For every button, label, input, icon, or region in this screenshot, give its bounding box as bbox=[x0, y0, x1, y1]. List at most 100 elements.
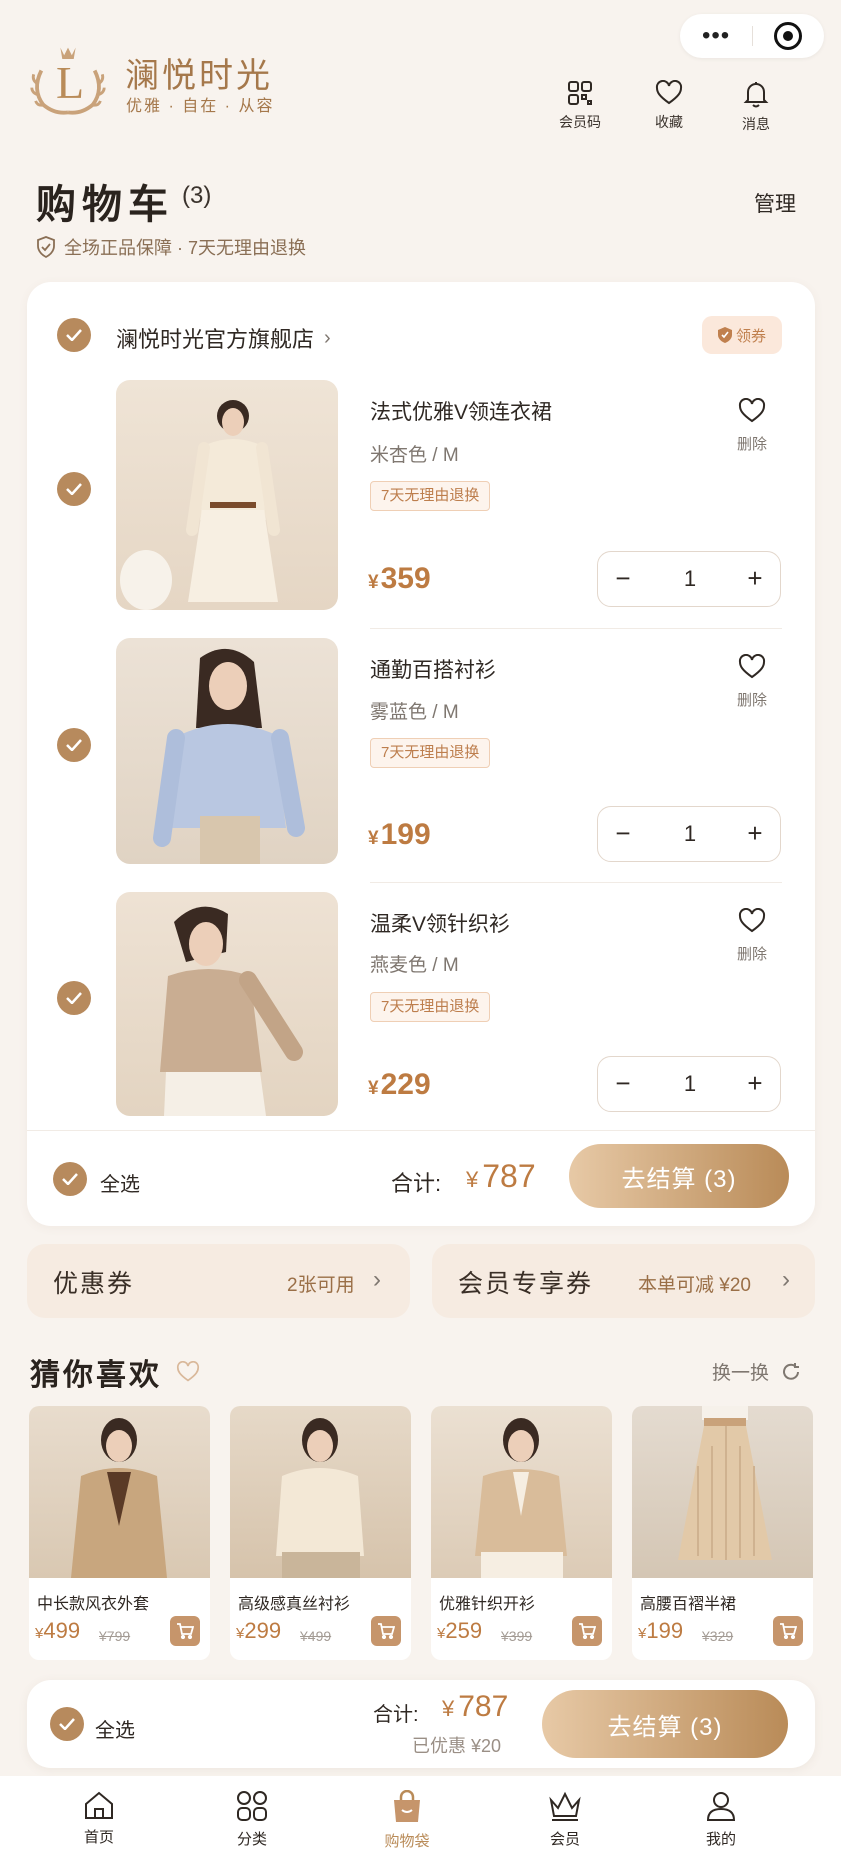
product-image[interactable] bbox=[116, 638, 338, 864]
bell-icon bbox=[743, 82, 769, 108]
item-divider bbox=[370, 628, 782, 629]
decrease-button[interactable]: − bbox=[608, 818, 638, 848]
recommend-price: ¥499 bbox=[35, 1618, 81, 1643]
bottom-select-all-checkbox[interactable] bbox=[50, 1707, 84, 1741]
home-icon bbox=[85, 1791, 113, 1819]
store-link[interactable]: 澜悦时光官方旗舰店 › bbox=[116, 322, 331, 354]
recommend-title: 猜你喜欢 bbox=[30, 1350, 200, 1394]
store-checkbox[interactable] bbox=[57, 318, 91, 352]
quantity-value[interactable]: 1 bbox=[678, 566, 702, 592]
return-policy-tag: 7天无理由退换 bbox=[370, 738, 491, 768]
item-checkbox[interactable] bbox=[57, 472, 91, 506]
product-name[interactable]: 通勤百搭衬衫 bbox=[370, 654, 496, 684]
tab-label: 分类 bbox=[236, 1831, 267, 1848]
recommend-original-price: ¥399 bbox=[501, 1628, 533, 1644]
delete-button[interactable]: 删除 bbox=[722, 433, 782, 454]
bottom-select-all-label[interactable]: 全选 bbox=[95, 1714, 135, 1743]
quantity-stepper: − 1 + bbox=[597, 806, 781, 862]
tab-home[interactable]: 首页 bbox=[49, 1790, 149, 1847]
add-to-cart-button[interactable] bbox=[371, 1616, 401, 1646]
recommend-card[interactable]: 优雅针织开衫 ¥259 ¥399 bbox=[431, 1406, 612, 1660]
close-miniprogram-icon[interactable] bbox=[774, 22, 802, 50]
add-to-cart-button[interactable] bbox=[572, 1616, 602, 1646]
recommend-image bbox=[431, 1406, 612, 1578]
chevron-right-icon: › bbox=[373, 1266, 381, 1293]
cart-count: (3) bbox=[182, 182, 212, 209]
member-coupon-value: 本单可减 ¥20 bbox=[638, 1275, 751, 1296]
bottom-checkout-button[interactable]: 去结算 (3) bbox=[542, 1690, 788, 1758]
quantity-value[interactable]: 1 bbox=[678, 1071, 702, 1097]
get-coupon-button[interactable]: 领券 bbox=[702, 316, 782, 354]
cart-icon bbox=[177, 1623, 194, 1639]
select-all-label[interactable]: 全选 bbox=[100, 1168, 140, 1197]
item-checkbox[interactable] bbox=[57, 981, 91, 1015]
recommend-original-price: ¥329 bbox=[702, 1628, 734, 1644]
heart-icon[interactable] bbox=[738, 907, 766, 934]
add-to-cart-button[interactable] bbox=[773, 1616, 803, 1646]
messages-button[interactable]: 消息 bbox=[721, 80, 791, 134]
add-to-cart-button[interactable] bbox=[170, 1616, 200, 1646]
recommend-name: 优雅针织开衫 bbox=[439, 1596, 536, 1613]
increase-button[interactable]: + bbox=[740, 818, 770, 848]
tab-shopping-bag[interactable]: 购物袋 bbox=[357, 1790, 457, 1851]
recommend-card[interactable]: 中长款风衣外套 ¥499 ¥799 bbox=[29, 1406, 210, 1660]
product-price: ¥199 bbox=[368, 818, 431, 851]
heart-icon[interactable] bbox=[738, 653, 766, 680]
product-image[interactable] bbox=[116, 380, 338, 610]
item-divider bbox=[370, 882, 782, 883]
heart-icon bbox=[655, 80, 683, 105]
refresh-button[interactable]: 换一换 bbox=[712, 1358, 801, 1385]
tab-category[interactable]: 分类 bbox=[202, 1790, 302, 1849]
quantity-value[interactable]: 1 bbox=[678, 821, 702, 847]
checkout-button[interactable]: 去结算 (3) bbox=[569, 1144, 789, 1208]
product-price: ¥359 bbox=[368, 562, 431, 595]
recommend-original-price: ¥799 bbox=[99, 1628, 131, 1644]
favorite-delete-group: 删除 bbox=[722, 907, 782, 964]
manage-button[interactable]: 管理 bbox=[754, 188, 796, 218]
qr-code-icon bbox=[568, 81, 592, 105]
recommend-name: 高级感真丝衬衫 bbox=[238, 1596, 351, 1613]
member-coupon-row[interactable]: 会员专享券 本单可减 ¥20 › bbox=[432, 1244, 815, 1318]
favorite-delete-group: 删除 bbox=[722, 397, 782, 454]
checkmark-icon bbox=[62, 1173, 78, 1185]
recommend-card[interactable]: 高级感真丝衬衫 ¥299 ¥499 bbox=[230, 1406, 411, 1660]
delete-button[interactable]: 删除 bbox=[722, 689, 782, 710]
recommend-image bbox=[29, 1406, 210, 1578]
member-code-button[interactable]: 会员码 bbox=[545, 80, 615, 132]
tab-member[interactable]: 会员 bbox=[515, 1790, 615, 1849]
delete-button[interactable]: 删除 bbox=[722, 943, 782, 964]
brand-logo: L bbox=[28, 40, 108, 120]
favorites-button[interactable]: 收藏 bbox=[634, 80, 704, 132]
brand-slogan: 优雅 · 自在 · 从容 bbox=[126, 98, 275, 115]
select-all-checkbox[interactable] bbox=[53, 1162, 87, 1196]
tab-profile[interactable]: 我的 bbox=[671, 1790, 771, 1849]
product-name[interactable]: 法式优雅V领连衣裙 bbox=[370, 396, 552, 426]
coupon-row[interactable]: 优惠券 2张可用 › bbox=[27, 1244, 410, 1318]
product-spec[interactable]: 燕麦色 / M bbox=[370, 950, 459, 977]
heart-icon[interactable] bbox=[738, 397, 766, 424]
header-icon-label: 消息 bbox=[742, 116, 770, 132]
product-spec[interactable]: 雾蓝色 / M bbox=[370, 697, 459, 724]
checkmark-icon bbox=[66, 329, 82, 341]
shopping-bag-icon bbox=[394, 1790, 420, 1822]
item-checkbox[interactable] bbox=[57, 728, 91, 762]
recommend-name: 中长款风衣外套 bbox=[37, 1596, 150, 1613]
increase-button[interactable]: + bbox=[740, 563, 770, 593]
recommend-price: ¥199 bbox=[638, 1618, 684, 1643]
recommend-price: ¥259 bbox=[437, 1618, 483, 1643]
cart-icon bbox=[579, 1623, 596, 1639]
brand-name: 澜悦时光 bbox=[125, 58, 273, 95]
discount-text: 已优惠 ¥20 bbox=[412, 1736, 502, 1756]
increase-button[interactable]: + bbox=[740, 1068, 770, 1098]
decrease-button[interactable]: − bbox=[608, 563, 638, 593]
user-icon bbox=[706, 1792, 736, 1821]
recommend-card[interactable]: 高腰百褶半裙 ¥199 ¥329 bbox=[632, 1406, 813, 1660]
product-image[interactable] bbox=[116, 892, 338, 1116]
chevron-right-icon: › bbox=[782, 1266, 790, 1293]
more-icon[interactable]: ••• bbox=[702, 22, 730, 50]
product-spec[interactable]: 米杏色 / M bbox=[370, 440, 459, 467]
decrease-button[interactable]: − bbox=[608, 1068, 638, 1098]
tab-label: 首页 bbox=[83, 1829, 114, 1846]
checkmark-icon bbox=[66, 739, 82, 751]
product-name[interactable]: 温柔V领针织衫 bbox=[370, 908, 510, 938]
